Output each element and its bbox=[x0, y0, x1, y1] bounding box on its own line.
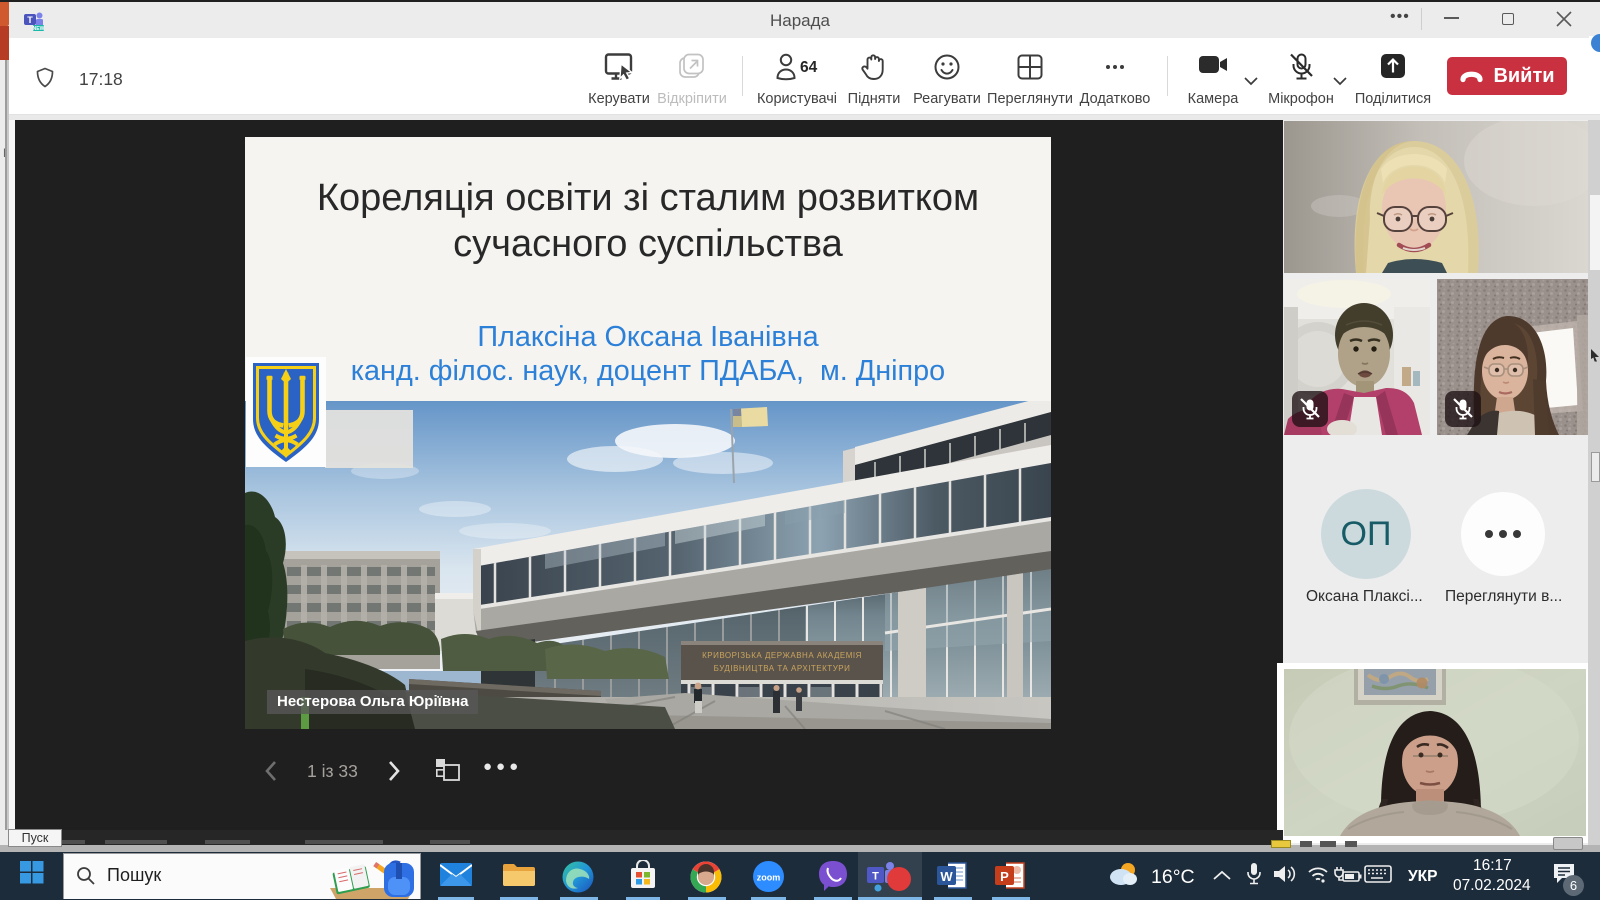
svg-text:КРИВОРІЗЬКА ДЕРЖАВНА АКАДЕМІЯ: КРИВОРІЗЬКА ДЕРЖАВНА АКАДЕМІЯ bbox=[702, 651, 862, 660]
svg-text:P: P bbox=[1000, 869, 1009, 884]
svg-text:T: T bbox=[27, 15, 33, 25]
svg-text:БУДІВНИЦТВА ТА АРХІТЕКТУРИ: БУДІВНИЦТВА ТА АРХІТЕКТУРИ bbox=[714, 664, 851, 673]
svg-text:W: W bbox=[940, 869, 953, 884]
svg-text:NEW: NEW bbox=[33, 26, 45, 31]
svg-text:zoom: zoom bbox=[757, 873, 781, 883]
svg-text:T: T bbox=[872, 871, 879, 883]
svg-text:64: 64 bbox=[800, 59, 818, 76]
